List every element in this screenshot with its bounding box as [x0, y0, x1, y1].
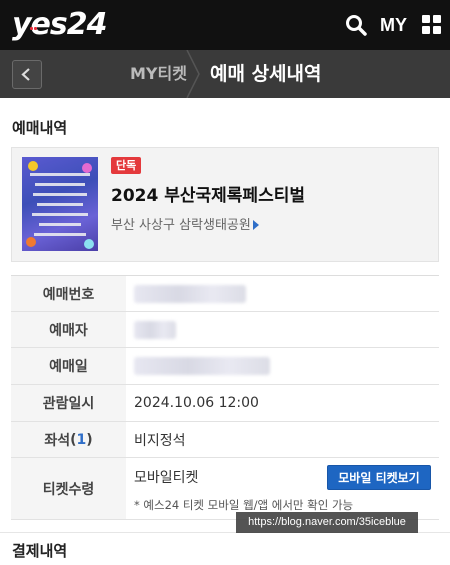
exclusive-badge: 단독 [111, 157, 142, 174]
booking-date-value [134, 348, 270, 384]
chevron-left-icon [21, 68, 30, 81]
table-row: 예매일 [11, 348, 439, 385]
booking-number-label: 예매번호 [11, 276, 126, 311]
booker-value [134, 312, 176, 347]
search-icon[interactable] [345, 14, 367, 36]
mobile-ticket-note: * 예스24 티켓 모바일 웹/앱 에서만 확인 가능 [134, 498, 354, 512]
venue-link[interactable]: 부산 사상구 삼락생태공원 [111, 217, 259, 235]
my-menu-button[interactable]: MY [380, 12, 407, 38]
seat-value: 비지정석 [134, 432, 186, 449]
table-row: 예매자 [11, 312, 439, 348]
seat-count: 1 [76, 431, 87, 448]
page-title: 예매 상세내역 [210, 63, 322, 85]
mobile-ticket-button[interactable]: 모바일 티켓보기 [327, 465, 431, 490]
reservation-details-table: 예매번호 예매자 예매일 관람일시 2024.10.06 12:00 좌석(1)… [11, 275, 439, 520]
table-row: 좌석(1) 비지정석 [11, 422, 439, 458]
viewing-datetime-label: 관람일시 [11, 385, 126, 421]
redacted-value [134, 284, 246, 303]
booking-number-value [134, 276, 246, 311]
blog-watermark: https://blog.naver.com/35iceblue [236, 512, 418, 533]
reservation-section-title: 예매내역 [12, 119, 68, 137]
back-button[interactable] [12, 60, 42, 89]
redacted-value [134, 357, 270, 375]
logo-text: yes24 [12, 7, 108, 42]
yes24-logo[interactable]: yes24 [12, 7, 108, 42]
booker-label: 예매자 [11, 312, 126, 347]
table-row: 티켓수령 모바일티켓 모바일 티켓보기 * 예스24 티켓 모바일 웹/앱 에서… [11, 458, 439, 520]
festival-poster-image[interactable] [22, 157, 98, 251]
sub-header: MY티켓 예매 상세내역 [0, 50, 450, 98]
ticket-receipt-label: 티켓수령 [11, 458, 126, 519]
table-row: 예매번호 [11, 276, 439, 312]
top-bar: yes24 MY [0, 0, 450, 50]
viewing-datetime-value: 2024.10.06 12:00 [134, 395, 259, 411]
arrow-right-icon [252, 220, 259, 230]
venue-label: 부산 사상구 삼락생태공원 [111, 218, 251, 233]
payment-section-title: 결제내역 [12, 542, 68, 560]
redacted-value [134, 320, 176, 339]
event-title[interactable]: 2024 부산국제록페스티벌 [111, 184, 305, 208]
ticket-receipt-value: 모바일티켓 [134, 470, 199, 486]
logo-accent [30, 4, 38, 30]
seat-label: 좌석(1) [11, 422, 126, 457]
product-card[interactable]: 단독 2024 부산국제록페스티벌 부산 사상구 삼락생태공원 [11, 147, 439, 262]
seat-label-text: 좌석 [44, 432, 71, 449]
breadcrumb-separator-icon [186, 50, 200, 98]
table-row: 관람일시 2024.10.06 12:00 [11, 385, 439, 422]
menu-grid-icon[interactable] [422, 15, 441, 34]
booking-date-label: 예매일 [11, 348, 126, 384]
breadcrumb-my-ticket[interactable]: MY티켓 [130, 63, 187, 85]
